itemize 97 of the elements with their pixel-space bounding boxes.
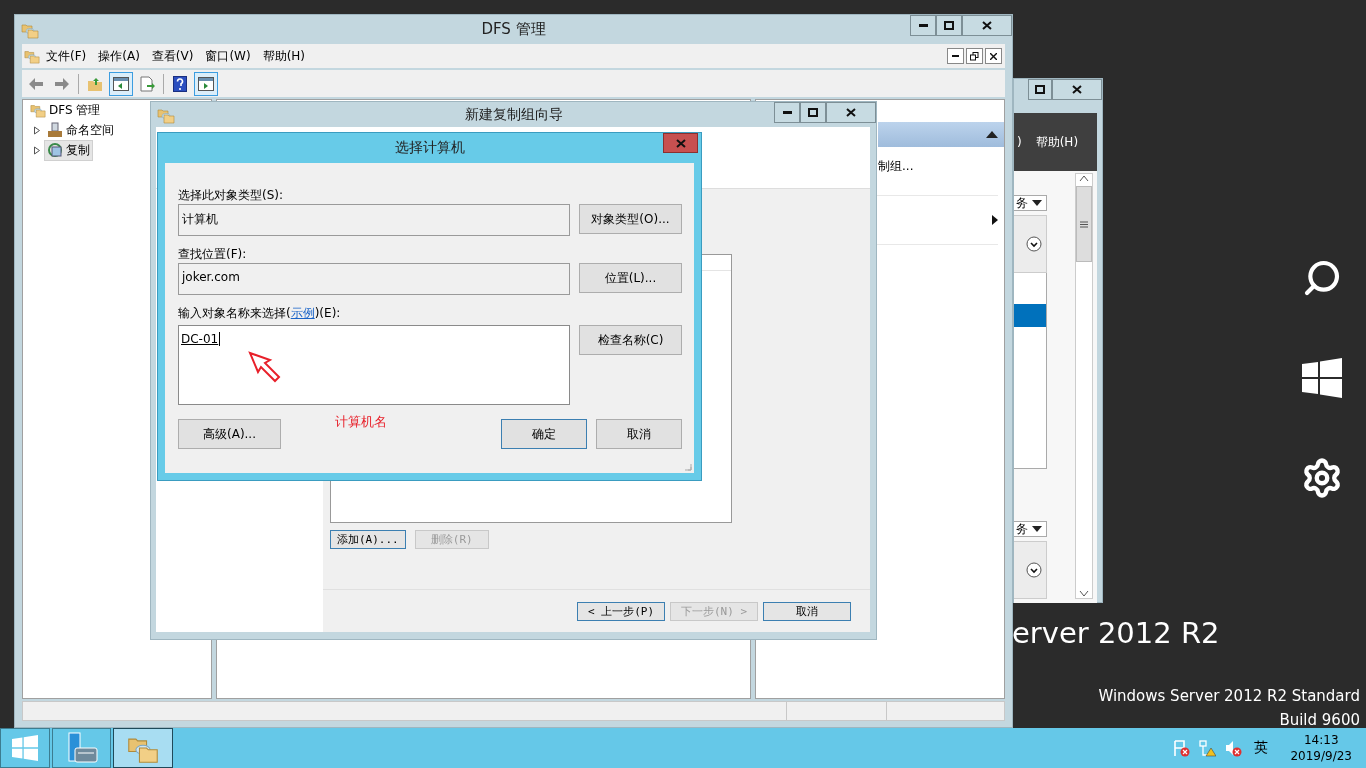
search-icon[interactable] (1302, 258, 1342, 298)
annotation-arrow (248, 351, 282, 385)
minimize-icon (918, 24, 928, 27)
brand-text: erver 2012 R2 (1012, 616, 1220, 650)
list-button[interactable]: 添加(A)... (330, 530, 406, 549)
field-label: 输入对象名称来选择(示例)(E): (178, 305, 342, 322)
dfs-icon (30, 102, 46, 118)
toolbar-button[interactable] (109, 71, 133, 96)
volume-muted-icon[interactable] (1224, 739, 1243, 757)
dropdown[interactable]: 务 (1014, 195, 1047, 211)
taskbar-button[interactable] (113, 728, 173, 768)
build-text: Build 9600 (1278, 710, 1360, 731)
menu-item[interactable]: 帮助(H) (1035, 133, 1079, 151)
dialog-button[interactable]: 取消 (596, 419, 682, 449)
read-only-field: joker.com (178, 263, 570, 295)
minimize-button[interactable] (774, 102, 800, 123)
menu-item[interactable]: 帮助(H) (256, 47, 312, 65)
windows-logo-icon (12, 735, 38, 761)
dialog-title: 选择计算机 (394, 139, 465, 155)
field-label: 查找位置(F): (178, 246, 248, 263)
scrollbar[interactable] (1075, 173, 1093, 599)
menu-item[interactable]: ) (1017, 135, 1022, 149)
edition-text: Windows Server 2012 R2 Standard (1098, 686, 1360, 707)
expand-circle-icon[interactable] (1026, 562, 1042, 578)
browse-button[interactable]: 对象类型(O)... (579, 204, 682, 234)
help-icon (173, 75, 187, 92)
submenu-arrow-icon[interactable] (992, 215, 998, 225)
dialog-button[interactable]: 高级(A)... (178, 419, 281, 449)
menu-item[interactable]: 窗口(W) (199, 47, 257, 65)
maximize-button[interactable] (1028, 79, 1052, 100)
name-entry-field[interactable]: DC-01 (178, 325, 570, 405)
close-icon (846, 108, 856, 117)
menu-item[interactable]: 查看(V) (145, 47, 200, 65)
maximize-icon (808, 108, 818, 117)
flag-error-icon[interactable] (1172, 739, 1191, 757)
taskbar-button[interactable] (0, 728, 50, 768)
close-icon (990, 52, 997, 60)
export-list-icon (139, 75, 155, 92)
resize-grip-icon[interactable] (684, 463, 692, 471)
close-button[interactable] (1052, 79, 1102, 100)
maximize-button[interactable] (936, 15, 962, 36)
namespace-icon (47, 122, 63, 138)
dropdown[interactable]: 务 (1014, 521, 1047, 537)
windows-logo-icon (1302, 358, 1342, 398)
network-warning-icon[interactable] (1198, 739, 1217, 757)
folders-icon (24, 48, 40, 64)
arrow-right-icon (54, 76, 70, 91)
dropdown-arrow-icon (1032, 200, 1042, 206)
clock[interactable]: 14:13 2019/9/23 (1290, 732, 1352, 764)
minimize-icon (952, 55, 959, 57)
close-icon (675, 138, 686, 148)
grip-icon (1080, 220, 1088, 228)
input-method-indicator[interactable]: 英 (1254, 739, 1269, 757)
window-title: DFS 管理 (481, 20, 546, 38)
close-button[interactable] (826, 102, 876, 123)
minimize-button[interactable] (947, 48, 964, 64)
check-names-button[interactable]: 检查名称(C) (579, 325, 682, 355)
read-only-field: 计算机 (178, 204, 570, 236)
browse-button[interactable]: 位置(L)... (579, 263, 682, 293)
tree-item[interactable]: DFS 管理 (27, 99, 104, 121)
menu-item[interactable]: 操作(A) (92, 47, 146, 65)
taskbar-button[interactable] (52, 728, 111, 768)
annotation-text: 计算机名 (335, 413, 387, 431)
dropdown-arrow-icon (1032, 526, 1042, 532)
dialog-button[interactable]: 确定 (501, 419, 587, 449)
nav-button[interactable]: < 上一步(P) (577, 601, 665, 621)
pane-icon (198, 76, 214, 91)
pane-icon (113, 76, 129, 91)
expand-circle-icon[interactable] (1026, 236, 1042, 252)
close-icon (1072, 85, 1082, 94)
examples-link[interactable]: 示例 (290, 306, 315, 320)
nav-button[interactable]: 取消 (763, 601, 851, 621)
settings-icon[interactable] (1301, 457, 1343, 499)
tree-item[interactable]: 复制 (44, 139, 93, 161)
close-button[interactable] (985, 48, 1002, 64)
close-icon (982, 21, 992, 30)
window-title: 新建复制组向导 (464, 105, 563, 122)
collapse-icon[interactable] (986, 131, 998, 138)
action-item[interactable]: 制组... (878, 157, 914, 175)
scroll-down-icon[interactable] (1079, 590, 1089, 598)
restore-button[interactable] (966, 48, 983, 64)
maximize-icon (1035, 85, 1045, 94)
arrow-left-icon (28, 76, 44, 91)
replication-icon (47, 142, 63, 158)
restore-icon (970, 51, 979, 61)
minimize-icon (782, 111, 792, 114)
server-toolbox-icon (65, 732, 98, 764)
field-label: 选择此对象类型(S): (178, 187, 285, 204)
maximize-icon (944, 21, 954, 30)
folder-up-icon (87, 75, 103, 92)
tree-item[interactable]: 命名空间 (44, 119, 117, 141)
maximize-button[interactable] (800, 102, 826, 123)
scroll-up-icon[interactable] (1079, 174, 1089, 182)
toolbar-button[interactable] (194, 71, 218, 96)
close-button[interactable] (962, 15, 1012, 36)
menu-item[interactable]: 文件(F) (40, 47, 93, 65)
minimize-button[interactable] (910, 15, 936, 36)
